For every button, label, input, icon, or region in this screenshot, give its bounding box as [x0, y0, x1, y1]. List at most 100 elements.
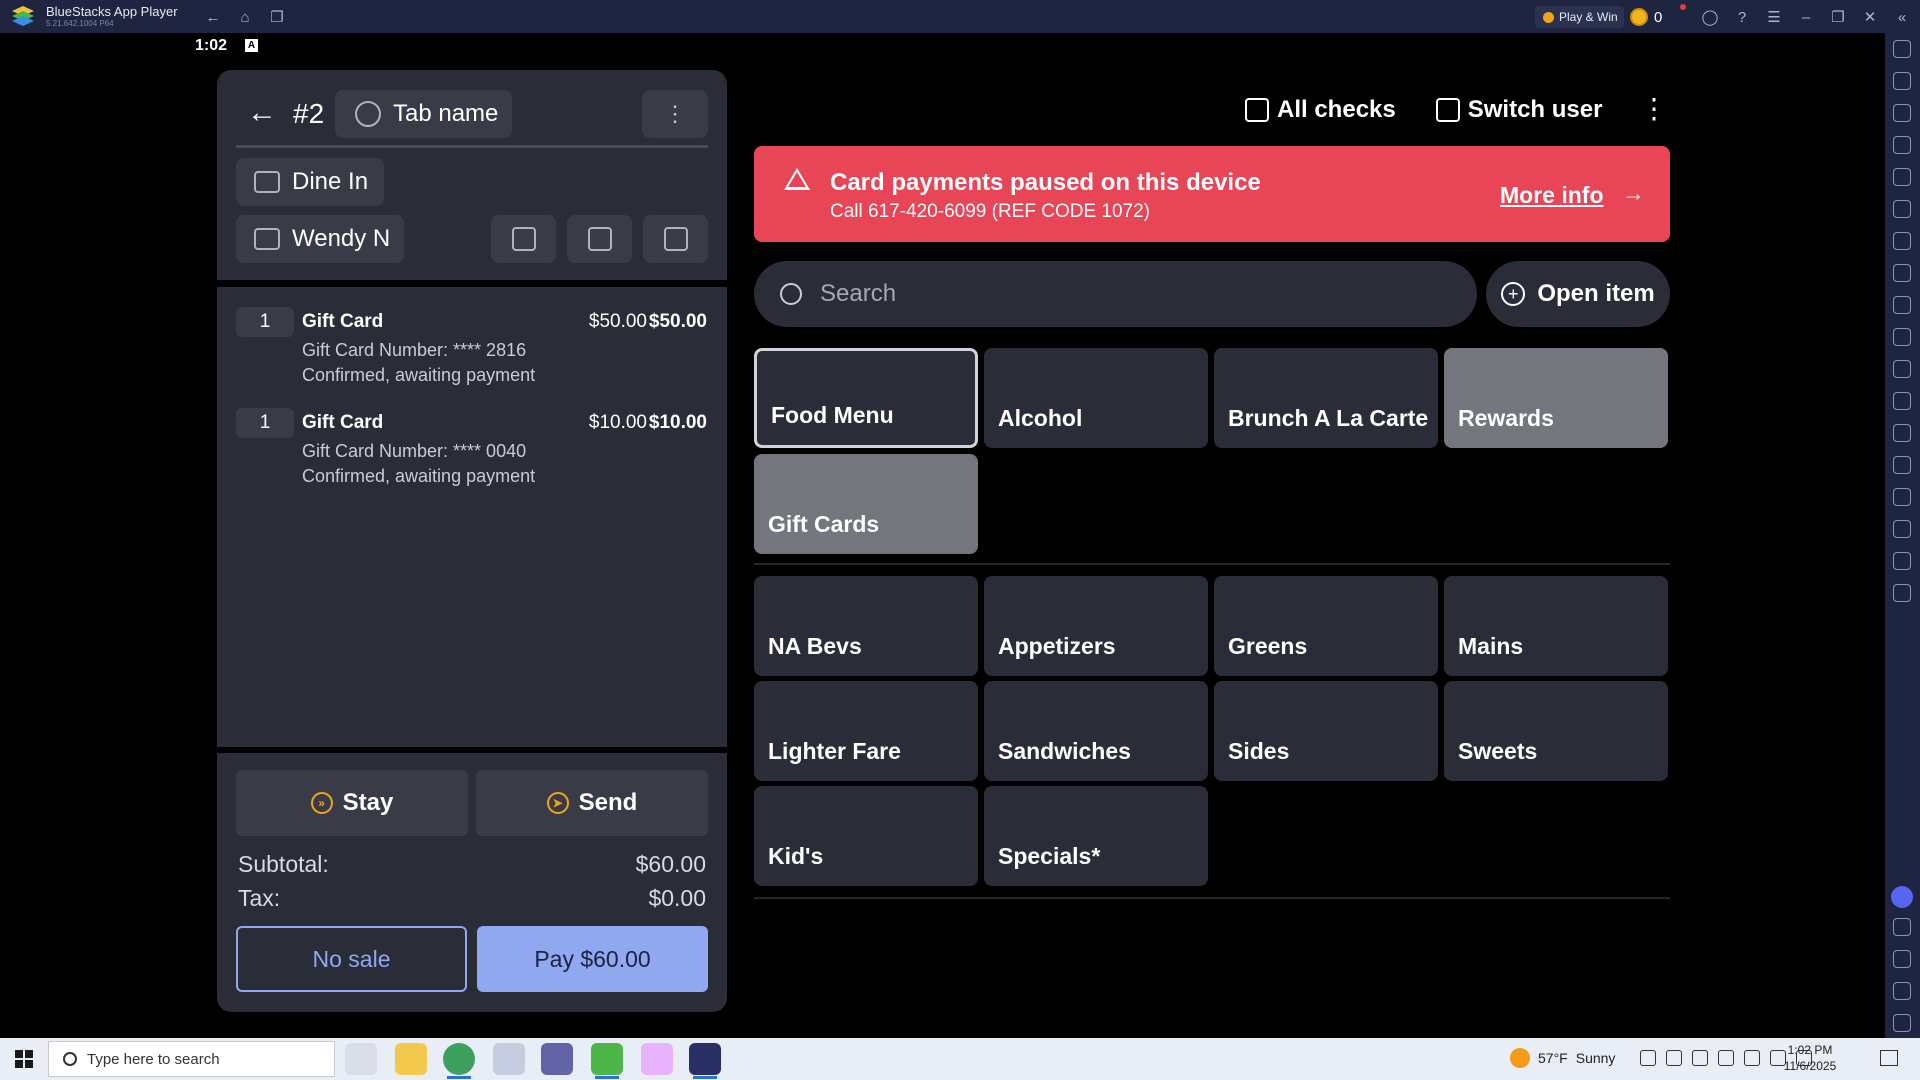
dining-option-label: Dine In [292, 168, 369, 195]
keyboard-icon[interactable] [1893, 136, 1911, 154]
chrome-icon[interactable] [443, 1043, 475, 1079]
category-tile-specials[interactable]: Specials* [984, 786, 1208, 886]
settings-gear-icon[interactable] [1893, 918, 1911, 936]
search-input[interactable] [820, 280, 1420, 308]
no-sale-button[interactable]: No sale [236, 926, 467, 992]
windows-start-icon[interactable] [15, 1050, 33, 1068]
minimize-icon[interactable]: – [1795, 6, 1817, 28]
multi-instance-icon[interactable] [1893, 264, 1911, 282]
header-divider [236, 145, 708, 148]
category-tile-na-bevs[interactable]: NA Bevs [754, 576, 978, 676]
back-arrow-icon[interactable]: ← [202, 6, 224, 28]
play-and-win-button[interactable]: Play & Win [1535, 6, 1624, 28]
notification-center-icon[interactable] [1880, 1050, 1898, 1066]
app-taskbar-icon[interactable] [689, 1043, 721, 1079]
apk-install-icon[interactable] [1893, 232, 1911, 250]
category-tile-mains[interactable]: Mains [1444, 576, 1668, 676]
server-button[interactable]: Wendy N [236, 215, 404, 263]
home-icon[interactable]: ⌂ [234, 6, 256, 28]
record-icon[interactable] [1893, 168, 1911, 186]
sidebar-back-icon[interactable] [1893, 950, 1911, 968]
split-check-button[interactable] [567, 215, 632, 263]
bluestacks-logo-icon [12, 6, 34, 26]
weather-widget[interactable]: 57°F Sunny [1510, 1048, 1615, 1068]
file-explorer-icon[interactable] [395, 1043, 427, 1075]
microphone-icon[interactable] [1692, 1050, 1708, 1066]
chevron-up-icon[interactable] [1640, 1050, 1656, 1066]
dining-option-button[interactable]: Dine In [236, 158, 384, 206]
menu-tile-alcohol[interactable]: Alcohol [984, 348, 1208, 448]
weather-temp: 57°F [1538, 1050, 1568, 1066]
slack-icon[interactable] [641, 1043, 673, 1075]
teams-icon[interactable] [541, 1043, 573, 1075]
discount-button[interactable] [643, 215, 708, 263]
taskbar-clock[interactable]: 1:02 PM 11/6/2025 [1780, 1042, 1840, 1074]
category-tile-sweets[interactable]: Sweets [1444, 681, 1668, 781]
coin-balance[interactable]: 0 [1630, 4, 1686, 28]
stay-button[interactable]: » Stay [236, 770, 468, 836]
eco-mode-icon[interactable] [1893, 488, 1911, 506]
battery-icon[interactable] [1744, 1050, 1760, 1066]
main-more-button[interactable]: ⋮ [1640, 92, 1668, 125]
gamepad-icon[interactable] [1893, 360, 1911, 378]
menu-tile-label: Food Menu [771, 402, 894, 428]
screenshot-icon[interactable] [1893, 296, 1911, 314]
menu-tile-brunch[interactable]: Brunch A La Carte [1214, 348, 1438, 448]
sync-icon[interactable] [1893, 456, 1911, 474]
fullscreen-icon[interactable] [1893, 40, 1911, 58]
arrow-right-icon[interactable]: → [1622, 180, 1645, 207]
recent-apps-icon[interactable]: ❐ [266, 6, 288, 28]
collapse-sidebar-icon[interactable]: « [1891, 6, 1913, 28]
task-view-icon[interactable] [345, 1043, 377, 1075]
taskbar-search[interactable]: Type here to search [48, 1041, 335, 1077]
help-icon[interactable]: ? [1731, 6, 1753, 28]
location-icon[interactable] [1893, 520, 1911, 538]
media-icon[interactable] [1893, 104, 1911, 122]
airplane-mode-icon[interactable] [1893, 424, 1911, 442]
category-tile-sides[interactable]: Sides [1214, 681, 1438, 781]
checks-icon [1245, 98, 1269, 122]
menu-tile-rewards[interactable]: Rewards [1444, 348, 1668, 448]
onedrive-icon[interactable] [1666, 1050, 1682, 1066]
item-name: Gift Card [302, 412, 384, 433]
category-tile-greens[interactable]: Greens [1214, 576, 1438, 676]
discord-icon[interactable] [1891, 886, 1913, 908]
coin-count: 0 [1654, 8, 1663, 26]
sun-icon [1510, 1048, 1530, 1068]
open-item-button[interactable]: + Open item [1486, 261, 1670, 327]
replay-icon[interactable] [1893, 200, 1911, 218]
macro-icon[interactable] [1893, 328, 1911, 346]
media-folder-icon[interactable] [1893, 392, 1911, 410]
sidebar-recents-icon[interactable] [1893, 1014, 1911, 1032]
order-number: #2 [293, 98, 325, 129]
close-icon[interactable]: ✕ [1859, 6, 1881, 28]
category-tile-lighter-fare[interactable]: Lighter Fare [754, 681, 978, 781]
category-tile-appetizers[interactable]: Appetizers [984, 576, 1208, 676]
all-checks-button[interactable]: All checks [1245, 96, 1396, 124]
meet-now-icon[interactable] [1718, 1050, 1734, 1066]
category-tile-sandwiches[interactable]: Sandwiches [984, 681, 1208, 781]
bluestacks-taskbar-icon[interactable] [591, 1043, 623, 1079]
subtotal-label: Subtotal: [238, 851, 329, 877]
rotate-icon[interactable] [1893, 584, 1911, 602]
category-tile-label: Kid's [768, 843, 824, 869]
tab-name-button[interactable]: Tab name [335, 90, 512, 138]
more-info-link[interactable]: More info [1500, 182, 1604, 209]
account-icon[interactable]: ◯ [1699, 6, 1721, 28]
send-button[interactable]: ➤ Send [476, 770, 708, 836]
menu-icon[interactable]: ☰ [1763, 6, 1785, 28]
layers-icon[interactable] [1893, 552, 1911, 570]
switch-user-button[interactable]: Switch user [1435, 96, 1602, 124]
menu-tile-food-menu[interactable]: Food Menu [754, 348, 978, 448]
category-tile-kids[interactable]: Kid's [754, 786, 978, 886]
snipping-tool-icon[interactable] [493, 1043, 525, 1075]
menu-tile-gift-cards[interactable]: Gift Cards [754, 454, 978, 554]
search-bar[interactable] [754, 261, 1477, 327]
order-more-button[interactable]: ⋮ [642, 90, 708, 138]
pay-button[interactable]: Pay $60.00 [477, 926, 708, 992]
split-payment-button[interactable] [491, 215, 556, 263]
restore-icon[interactable]: ❐ [1827, 6, 1849, 28]
sidebar-home-icon[interactable] [1893, 982, 1911, 1000]
volume-icon[interactable] [1893, 72, 1911, 90]
back-arrow-icon[interactable]: ← [247, 96, 277, 130]
